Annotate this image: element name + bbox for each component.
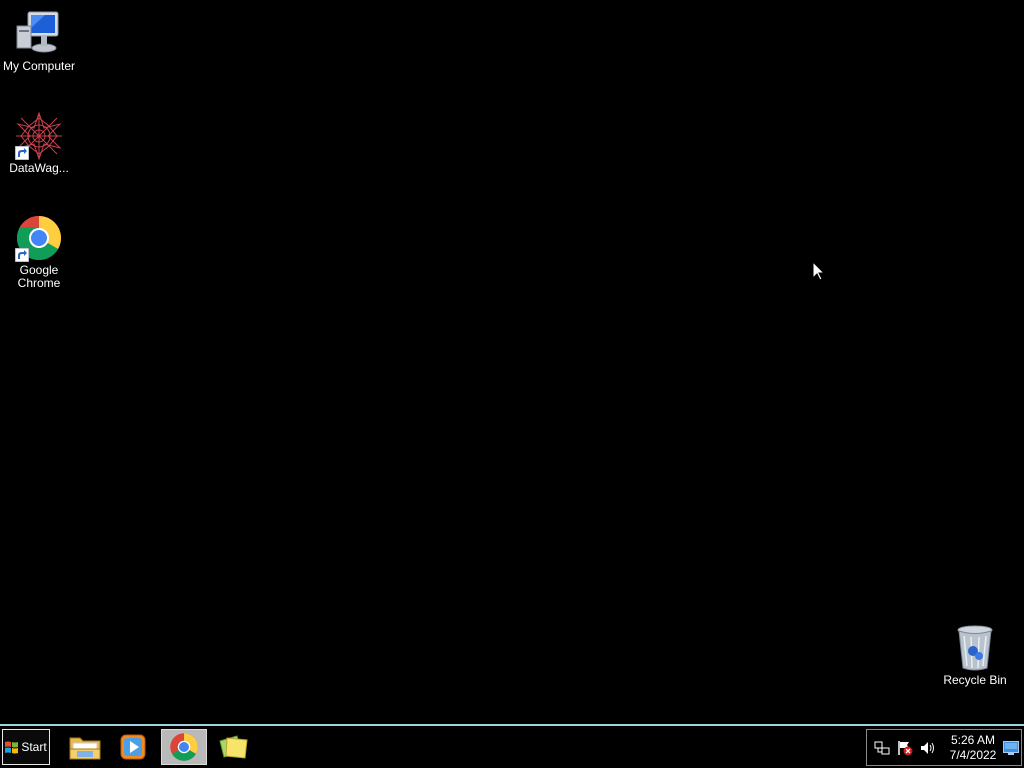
show-desktop-icon[interactable] xyxy=(1003,741,1019,755)
desktop: My Computer DataWag... Google Chrome Rec… xyxy=(0,0,1024,724)
taskbar-sticky-notes[interactable] xyxy=(211,729,257,765)
action-center-icon[interactable] xyxy=(897,740,913,756)
desktop-icon-my-computer[interactable]: My Computer xyxy=(1,10,77,73)
desktop-icon-recycle-bin[interactable]: Recycle Bin xyxy=(937,624,1013,687)
taskbar: Start 5:26 AM 7/4/2022 xyxy=(0,724,1024,768)
chrome-icon xyxy=(170,733,198,761)
recycle-bin-icon xyxy=(951,624,999,672)
datawag-icon xyxy=(15,111,63,161)
chrome-icon xyxy=(15,214,63,262)
mouse-cursor-icon xyxy=(813,262,825,281)
taskbar-windows-explorer[interactable] xyxy=(62,729,108,765)
desktop-icon-label: Google Chrome xyxy=(17,263,61,290)
start-label: Start xyxy=(21,740,47,754)
sticky-notes-icon xyxy=(219,735,248,759)
desktop-icon-label: DataWag... xyxy=(9,161,69,175)
network-icon[interactable] xyxy=(874,740,890,756)
volume-icon[interactable] xyxy=(920,740,936,756)
clock[interactable]: 5:26 AM 7/4/2022 xyxy=(939,733,1007,763)
media-player-icon xyxy=(120,734,146,760)
start-button[interactable]: Start xyxy=(2,729,50,765)
computer-icon xyxy=(15,10,63,58)
taskbar-google-chrome[interactable] xyxy=(161,729,207,765)
clock-date: 7/4/2022 xyxy=(949,748,997,762)
windows-logo-icon xyxy=(5,741,19,753)
taskbar-media-player[interactable] xyxy=(110,729,156,765)
desktop-icon-label: Recycle Bin xyxy=(943,673,1007,687)
desktop-icon-google-chrome[interactable]: Google Chrome xyxy=(1,214,77,290)
desktop-icon-datawag[interactable]: DataWag... xyxy=(1,111,77,175)
clock-time: 5:26 AM xyxy=(950,733,996,747)
shortcut-arrow-icon xyxy=(15,248,29,262)
desktop-icon-label: My Computer xyxy=(2,59,76,73)
system-tray: 5:26 AM 7/4/2022 xyxy=(866,729,1022,766)
folder-icon xyxy=(69,737,101,760)
shortcut-arrow-icon xyxy=(15,146,29,160)
